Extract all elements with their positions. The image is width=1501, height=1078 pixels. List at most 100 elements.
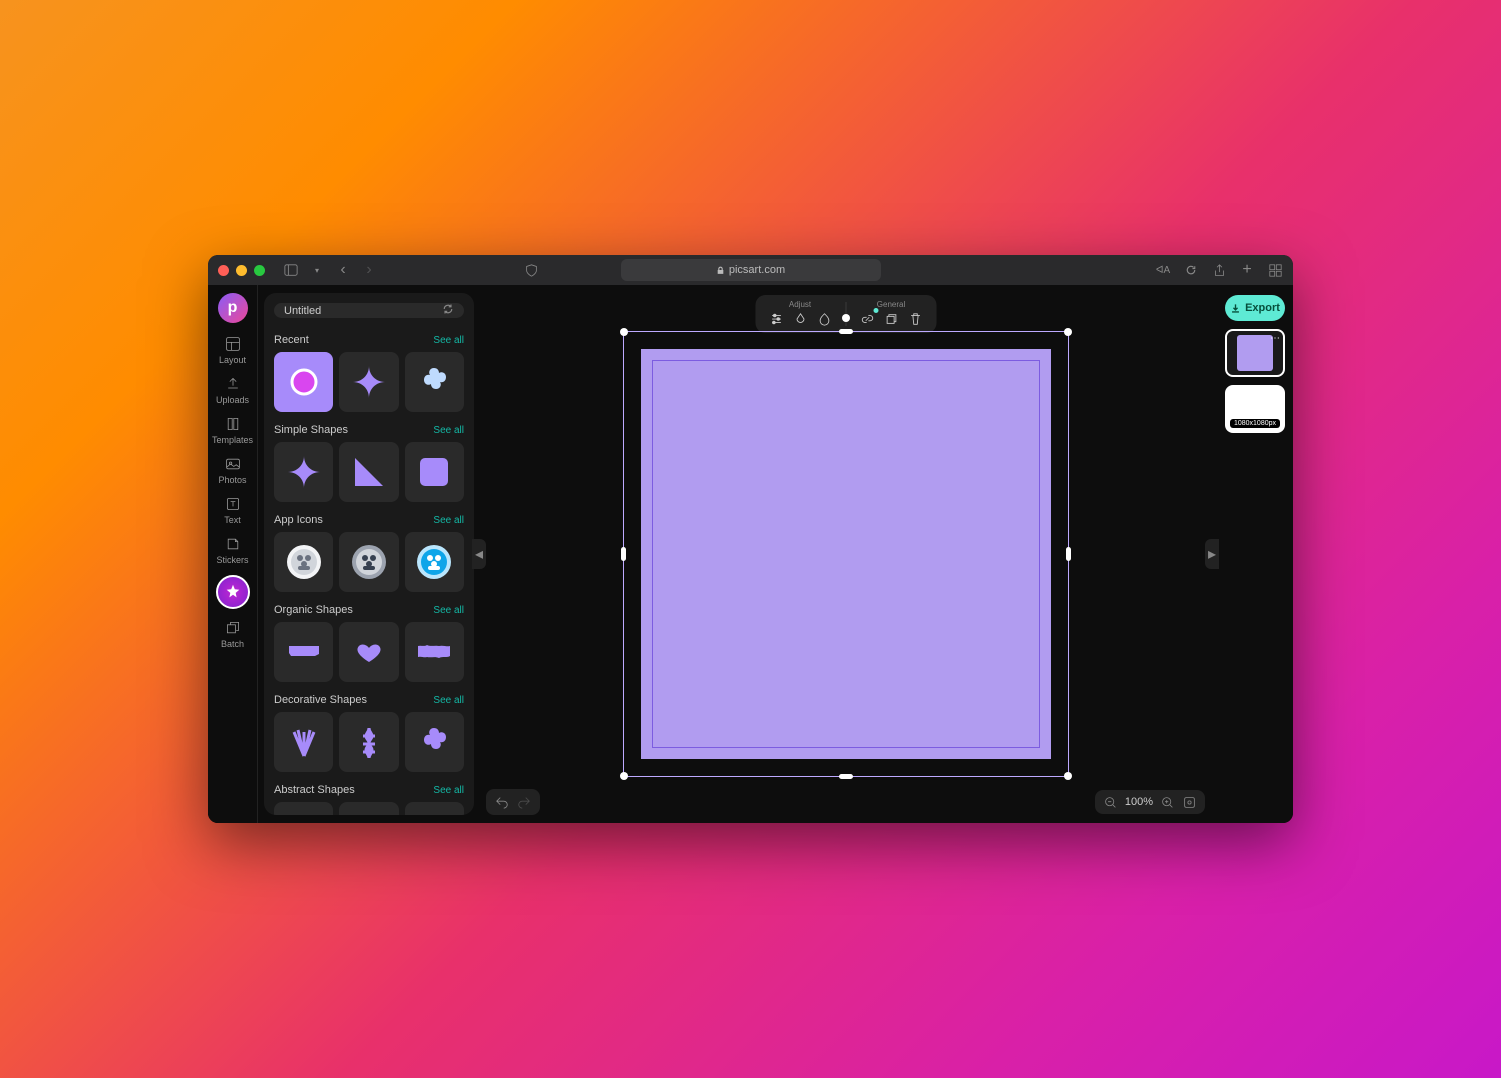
separator [845,302,846,326]
see-all-link[interactable]: See all [433,515,464,526]
group-label: Adjust [789,300,811,309]
fit-icon[interactable] [1181,794,1197,810]
rail-shapes[interactable] [210,571,256,613]
artboard[interactable] [641,349,1051,759]
section-title: Abstract Shapes [274,784,355,796]
section-simple: Simple Shapes See all [274,418,464,502]
share-icon[interactable] [1211,262,1227,278]
zoom-in-icon[interactable] [1159,794,1175,810]
section-title: Recent [274,334,309,346]
canvas-size-badge: 1080x1080px [1230,419,1280,428]
see-all-link[interactable]: See all [433,605,464,616]
sliders-icon[interactable] [767,310,785,328]
shape-tile[interactable] [274,442,333,502]
export-label: Export [1245,302,1280,314]
collapse-left-icon[interactable]: ◂ [472,539,486,569]
window-controls[interactable] [218,265,265,276]
back-icon[interactable]: ‹ [335,262,351,278]
resize-handle[interactable] [839,774,853,779]
shapes-panel: Untitled Recent See all Simple Shapes See … [264,293,474,815]
resize-handle[interactable] [620,772,628,780]
see-all-link[interactable]: See all [433,425,464,436]
shield-icon[interactable] [523,262,539,278]
rail-templates[interactable]: Templates [210,411,256,449]
rail-batch[interactable]: Batch [210,615,256,653]
rail-text[interactable]: Text [210,491,256,529]
resize-handle[interactable] [620,328,628,336]
resize-handle[interactable] [1064,772,1072,780]
shape-tile[interactable] [339,712,398,772]
chevron-down-icon[interactable]: ▾ [309,262,325,278]
resize-handle[interactable] [1066,547,1071,561]
rail-stickers[interactable]: Stickers [210,531,256,569]
close-icon[interactable] [218,265,229,276]
canvas-area[interactable]: ◂ ▸ Adjust General [474,285,1217,823]
shape-tile[interactable] [339,352,398,412]
duplicate-icon[interactable] [882,310,900,328]
section-title: Decorative Shapes [274,694,367,706]
shape-tile[interactable] [274,802,333,815]
editor-app: p Layout Uploads Templates Photos Text [208,285,1293,823]
selected-shape[interactable] [653,361,1039,747]
rail-photos[interactable]: Photos [210,451,256,489]
batch-icon [224,619,242,637]
redo-icon[interactable] [516,794,532,810]
shape-tile[interactable] [405,802,464,815]
minimize-icon[interactable] [236,265,247,276]
tabs-icon[interactable] [1267,262,1283,278]
export-button[interactable]: Export [1225,295,1285,321]
shapes-icon [216,575,250,609]
shape-tile[interactable] [405,532,464,592]
trash-icon[interactable] [906,310,924,328]
section-title: App Icons [274,514,323,526]
document-title-input[interactable]: Untitled [274,303,464,318]
rail-label: Stickers [216,555,248,565]
browser-titlebar: ▾ ‹ › picsart.com ᐊA + [208,255,1293,285]
color-icon[interactable] [791,310,809,328]
shape-tile[interactable] [274,622,333,682]
shape-tile[interactable] [339,532,398,592]
page-thumbnail[interactable]: ⋯ [1225,329,1285,377]
see-all-link[interactable]: See all [433,785,464,796]
see-all-link[interactable]: See all [433,335,464,346]
sync-icon[interactable] [442,303,454,318]
photos-icon [224,455,242,473]
more-icon[interactable]: ⋯ [1270,333,1280,344]
stickers-icon [224,535,242,553]
undo-icon[interactable] [494,794,510,810]
resize-handle[interactable] [1064,328,1072,336]
translate-icon[interactable]: ᐊA [1155,262,1171,278]
shape-tile[interactable] [405,352,464,412]
app-logo[interactable]: p [218,293,248,323]
rail-uploads[interactable]: Uploads [210,371,256,409]
browser-window: ▾ ‹ › picsart.com ᐊA + p [208,255,1293,823]
opacity-icon[interactable] [815,310,833,328]
shape-tile[interactable] [339,442,398,502]
shape-tile[interactable] [405,622,464,682]
shape-tile[interactable] [405,712,464,772]
link-icon[interactable] [858,310,876,328]
rail-layout[interactable]: Layout [210,331,256,369]
collapse-right-icon[interactable]: ▸ [1205,539,1219,569]
shape-tile[interactable] [405,442,464,502]
shape-tile[interactable] [274,712,333,772]
url-bar[interactable]: picsart.com [621,259,881,281]
see-all-link[interactable]: See all [433,695,464,706]
zoom-out-icon[interactable] [1103,794,1119,810]
section-recent: Recent See all [274,328,464,412]
shape-tile[interactable] [274,532,333,592]
artboard-wrapper[interactable] [641,349,1051,759]
section-title: Simple Shapes [274,424,348,436]
section-decorative: Decorative Shapes See all [274,688,464,772]
forward-icon[interactable]: › [361,262,377,278]
reload-icon[interactable] [1183,262,1199,278]
resize-handle[interactable] [621,547,626,561]
maximize-icon[interactable] [254,265,265,276]
shape-tile[interactable] [274,352,333,412]
shape-tile[interactable] [339,802,398,815]
rail-label: Layout [219,355,246,365]
sidebar-toggle-icon[interactable] [283,262,299,278]
add-page-thumbnail[interactable]: 1080x1080px [1225,385,1285,433]
new-tab-icon[interactable]: + [1239,262,1255,278]
shape-tile[interactable] [339,622,398,682]
